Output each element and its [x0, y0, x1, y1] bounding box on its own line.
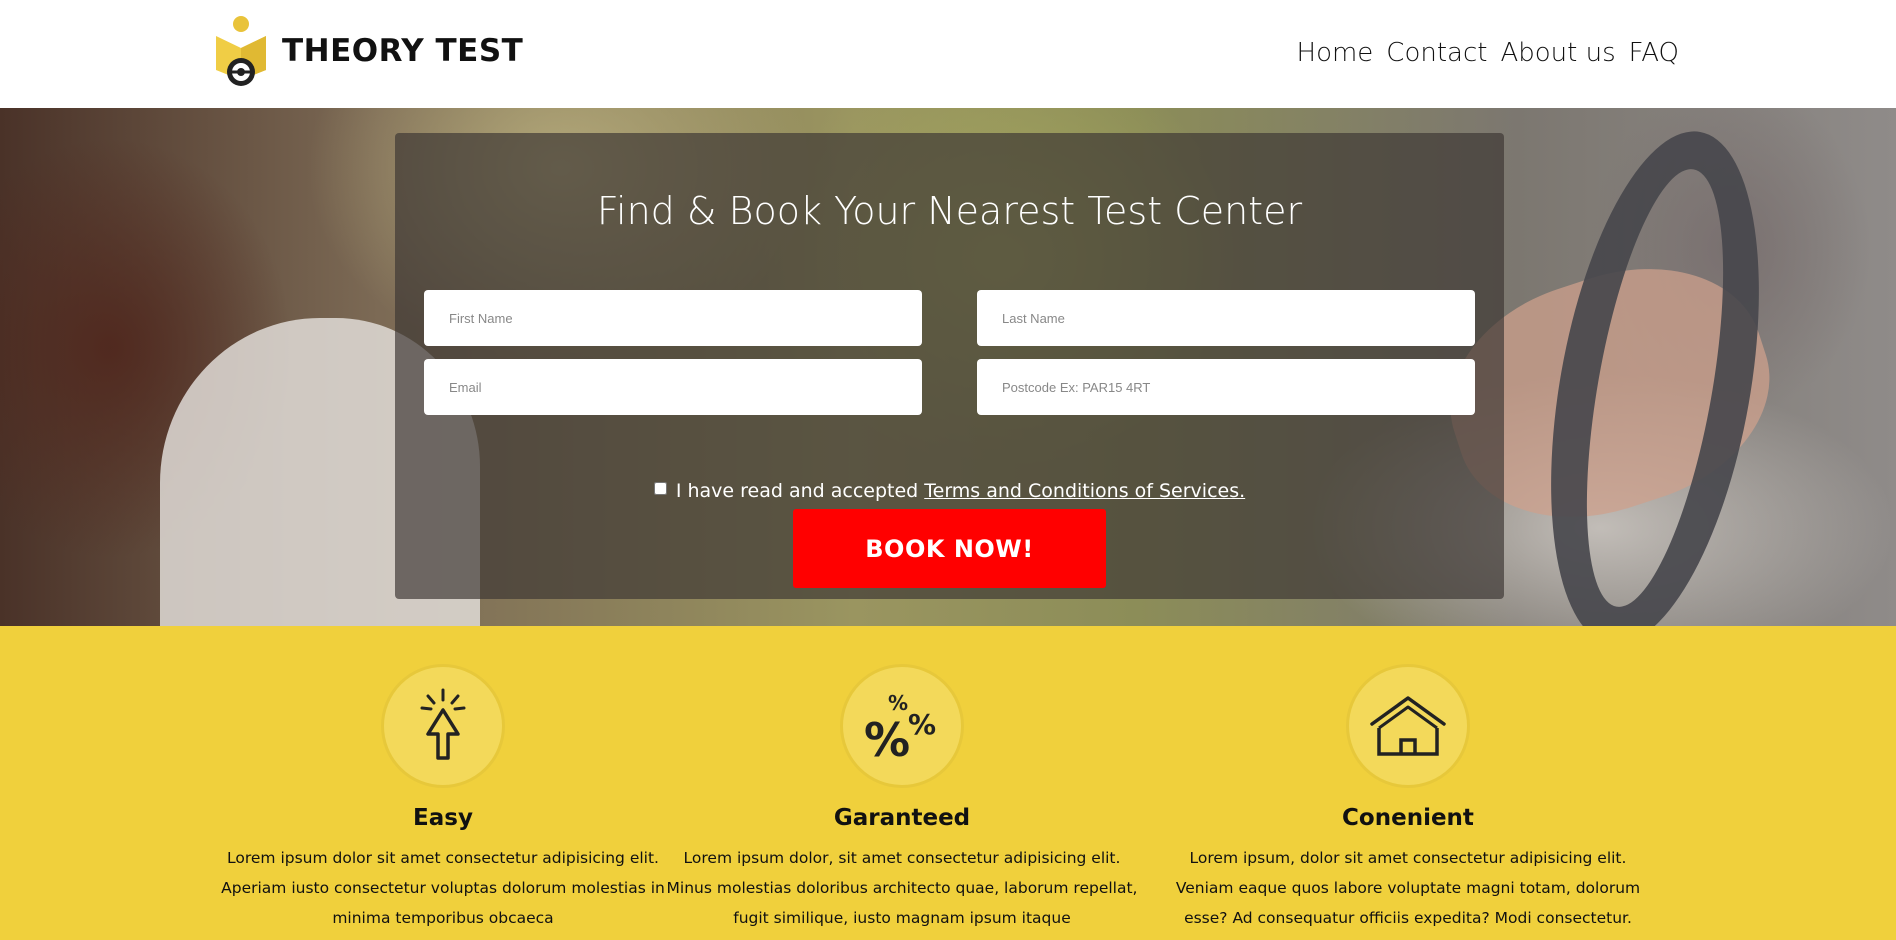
feature-title: Garanteed: [833, 805, 971, 831]
svg-text:%: %: [908, 708, 936, 741]
feature-text: Lorem ipsum dolor sit amet consectetur a…: [221, 849, 665, 927]
site-header: THEORY TEST Home Contact About us FAQ: [0, 0, 1896, 108]
nav-home[interactable]: Home: [1297, 38, 1374, 68]
hero-section: Find & Book Your Nearest Test Center I h…: [0, 108, 1896, 626]
brand-logo[interactable]: THEORY TEST: [214, 14, 523, 88]
terms-row: I have read and accepted Terms and Condi…: [395, 480, 1504, 502]
percent-icon: % % %: [864, 691, 936, 764]
nav-about-us[interactable]: About us: [1500, 38, 1615, 68]
booking-panel: Find & Book Your Nearest Test Center I h…: [395, 133, 1504, 599]
nav-faq[interactable]: FAQ: [1629, 38, 1679, 68]
feature-icon-circle: % % %: [840, 664, 964, 788]
terms-checkbox[interactable]: [653, 481, 667, 495]
driving-student-logo-icon: [214, 14, 268, 88]
feature-text: Lorem ipsum, dolor sit amet consectetur …: [1175, 849, 1641, 927]
brand-name: THEORY TEST: [282, 33, 524, 69]
main-nav: Home Contact About us FAQ: [1297, 38, 1679, 68]
feature-icon-circle: [1346, 664, 1470, 788]
house-icon: [1370, 696, 1446, 756]
email-input[interactable]: [424, 359, 922, 415]
svg-text:%: %: [888, 691, 908, 715]
book-now-button[interactable]: BOOK NOW!: [793, 509, 1106, 588]
postcode-input[interactable]: [977, 359, 1475, 415]
feature-icon-circle: [381, 664, 505, 788]
nav-contact[interactable]: Contact: [1386, 38, 1487, 68]
features-section: Easy Lorem ipsum dolor sit amet consecte…: [0, 626, 1896, 940]
cursor-click-icon: [420, 688, 466, 760]
first-name-input[interactable]: [424, 290, 922, 346]
terms-label: I have read and accepted: [675, 480, 919, 502]
terms-link[interactable]: Terms and Conditions of Services.: [924, 480, 1245, 502]
last-name-input[interactable]: [977, 290, 1475, 346]
feature-text: Lorem ipsum dolor, sit amet consectetur …: [666, 849, 1138, 927]
booking-title: Find & Book Your Nearest Test Center: [596, 189, 1303, 233]
feature-title: Easy: [413, 805, 473, 831]
feature-title: Conenient: [1342, 805, 1474, 831]
svg-text:%: %: [864, 713, 910, 764]
